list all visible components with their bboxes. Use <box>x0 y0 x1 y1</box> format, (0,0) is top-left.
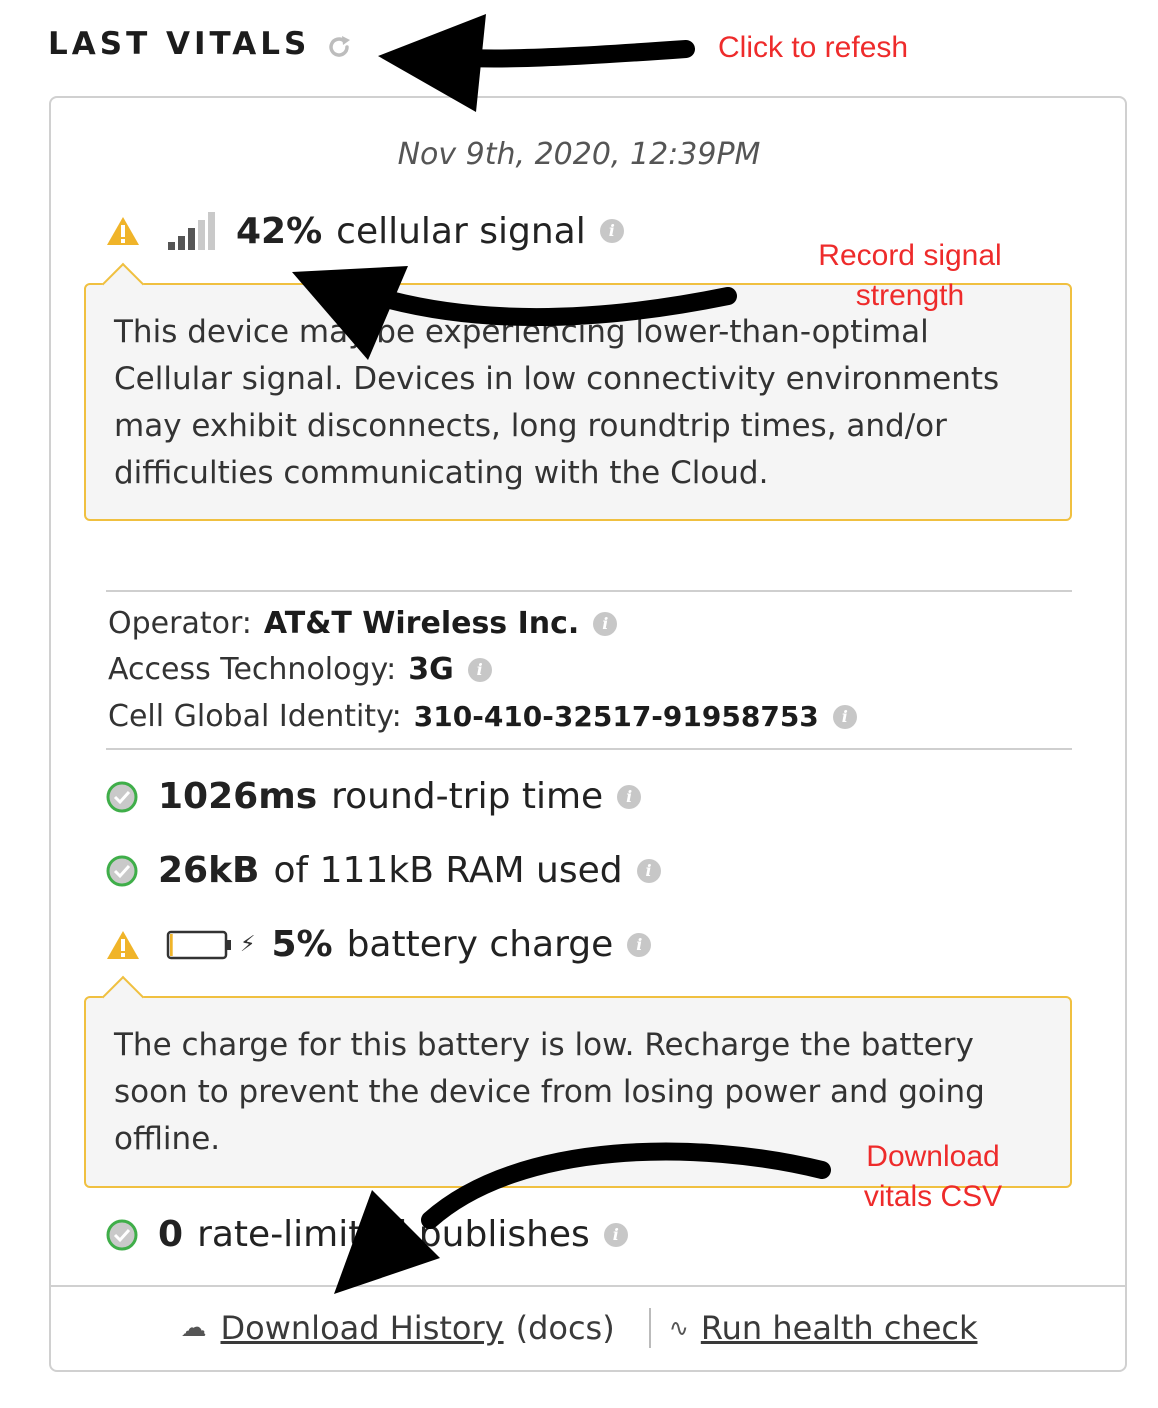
warning-icon <box>107 217 139 245</box>
rtt-label: round-trip time <box>331 776 604 817</box>
battery-value: 5% <box>271 924 333 965</box>
warning-icon <box>107 930 139 959</box>
annotation-refresh: Click to refesh <box>718 31 909 64</box>
section-title: LAST VITALS <box>48 26 311 62</box>
cgi-label: Cell Global Identity: <box>108 699 402 734</box>
operator-label: Operator: <box>108 606 252 641</box>
signal-warning-text: This device may be experiencing lower-th… <box>114 314 1000 491</box>
refresh-icon[interactable] <box>324 32 354 62</box>
info-icon[interactable]: i <box>603 1222 628 1247</box>
vitals-footer: ☁ Download History (docs) ∿ Run health c… <box>0 1308 1158 1348</box>
access-tech-row: Access Technology: 3G i <box>108 652 492 687</box>
info-icon[interactable]: i <box>627 932 652 957</box>
run-health-check-link[interactable]: Run health check <box>701 1309 978 1347</box>
operator-row: Operator: AT&T Wireless Inc. i <box>108 606 618 641</box>
download-history-link[interactable]: Download History <box>221 1309 504 1347</box>
info-icon[interactable]: i <box>636 858 661 883</box>
operator-value: AT&T Wireless Inc. <box>263 606 580 641</box>
rtt-value: 1026ms <box>158 776 318 817</box>
info-icon[interactable]: i <box>593 611 618 636</box>
signal-row: 42% cellular signal i <box>106 210 624 252</box>
footer-separator <box>648 1308 651 1348</box>
ram-value: 26kB <box>158 850 260 891</box>
cgi-row: Cell Global Identity: 310-410-32517-9195… <box>108 699 857 734</box>
battery-icon <box>166 930 231 959</box>
publishes-row: 0 rate-limited publishes i <box>106 1214 628 1255</box>
divider <box>106 748 1072 750</box>
access-tech-value: 3G <box>408 652 454 687</box>
check-icon <box>106 781 138 812</box>
annotation-download: Download vitals CSV <box>863 1140 1003 1213</box>
check-icon <box>106 1219 138 1250</box>
battery-row: ⚡ 5% battery charge i <box>106 924 652 965</box>
annotation-signal: Record signal strength <box>818 239 1002 312</box>
info-icon[interactable]: i <box>832 704 857 729</box>
signal-value: 42% <box>236 210 323 252</box>
vitals-timestamp: Nov 9th, 2020, 12:39PM <box>397 137 761 172</box>
pulse-icon: ∿ <box>668 1314 689 1342</box>
publishes-label: rate-limited publishes <box>197 1214 590 1255</box>
battery-label: battery charge <box>346 924 614 965</box>
check-icon <box>106 855 138 886</box>
info-icon[interactable]: i <box>599 219 624 243</box>
cloud-download-icon: ☁ <box>180 1313 207 1343</box>
ram-row: 26kB of 111kB RAM used i <box>106 850 661 891</box>
signal-warning-callout: This device may be experiencing lower-th… <box>84 262 1072 521</box>
publishes-value: 0 <box>158 1214 184 1255</box>
info-icon[interactable]: i <box>617 784 642 809</box>
ram-label: of 111kB RAM used <box>273 850 623 891</box>
signal-label: cellular signal <box>336 210 586 252</box>
footer-divider <box>49 1285 1127 1287</box>
cgi-value: 310-410-32517-91958753 <box>413 700 819 733</box>
signal-bars-icon <box>168 212 215 250</box>
docs-link[interactable]: (docs) <box>516 1309 615 1347</box>
divider <box>106 590 1072 592</box>
access-tech-label: Access Technology: <box>108 652 397 687</box>
charging-bolt-icon: ⚡ <box>240 932 256 957</box>
rtt-row: 1026ms round-trip time i <box>106 776 642 817</box>
info-icon[interactable]: i <box>467 657 492 682</box>
